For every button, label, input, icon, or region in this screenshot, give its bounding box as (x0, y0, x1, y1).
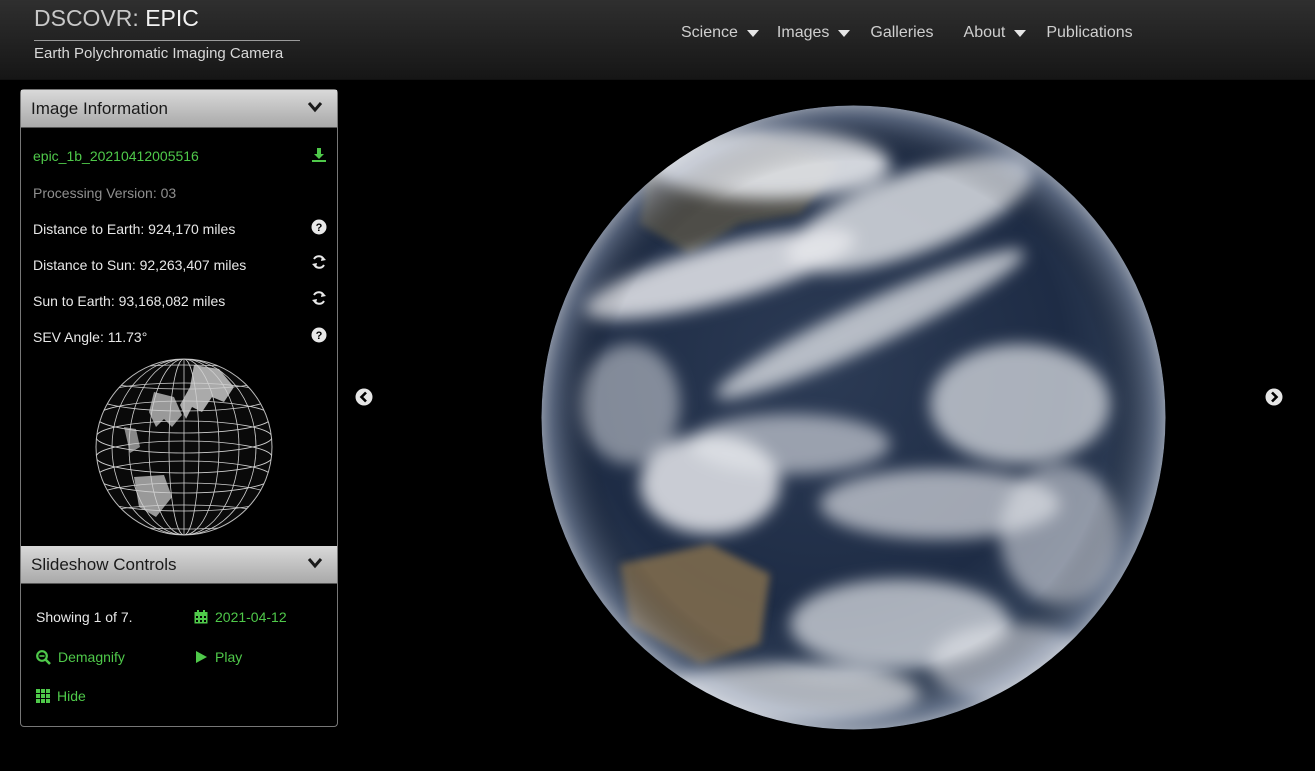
slide-counter: Showing 1 of 7. (36, 609, 133, 625)
svg-text:?: ? (316, 222, 323, 234)
image-information-panel: Image Information epic_1b_20210412005516… (20, 89, 338, 546)
nav-images[interactable]: Images (776, 24, 851, 42)
date-picker-button[interactable]: 2021-04-12 (194, 609, 287, 625)
nav-images-label: Images (776, 24, 830, 41)
main-nav: Science Images Galleries About Publicati… (681, 22, 1133, 44)
nav-publications[interactable]: Publications (1046, 24, 1132, 42)
slideshow-controls-header[interactable]: Slideshow Controls (21, 546, 337, 584)
calendar-icon (194, 610, 208, 624)
hide-button[interactable]: Hide (36, 688, 86, 704)
refresh-icon[interactable] (311, 290, 327, 306)
caret-down-icon (1014, 29, 1027, 37)
chevron-down-icon (307, 102, 323, 113)
play-button[interactable]: Play (194, 649, 242, 665)
brand-prefix: DSCOVR: (34, 5, 139, 31)
refresh-icon[interactable] (311, 254, 327, 270)
demagnify-label: Demagnify (58, 649, 125, 665)
nav-about-label: About (963, 24, 1006, 41)
help-icon[interactable]: ? (311, 327, 327, 343)
site-header: DSCOVR: EPIC Earth Polychromatic Imaging… (0, 0, 1315, 80)
image-information-title: Image Information (31, 99, 169, 118)
site-subtitle: Earth Polychromatic Imaging Camera (34, 45, 284, 62)
download-icon[interactable] (311, 147, 327, 163)
slideshow-controls-panel: Slideshow Controls Showing 1 of 7. 2021-… (20, 546, 338, 727)
site-title: DSCOVR: EPIC (34, 5, 300, 31)
nav-publications-label: Publications (1046, 24, 1133, 41)
processing-version: Processing Version: 03 (33, 185, 177, 201)
chevron-down-icon (307, 558, 323, 569)
image-filename-link[interactable]: epic_1b_20210412005516 (33, 148, 199, 164)
nav-galleries-label: Galleries (870, 24, 934, 41)
arrow-left-icon[interactable] (355, 388, 373, 406)
earth-image[interactable] (540, 104, 1167, 731)
caret-down-icon (746, 29, 759, 37)
play-label: Play (215, 649, 243, 665)
play-icon (196, 651, 207, 663)
date-label: 2021-04-12 (215, 609, 287, 625)
zoom-out-icon (36, 649, 51, 665)
svg-text:?: ? (316, 330, 323, 342)
help-icon[interactable]: ? (311, 219, 327, 235)
image-information-header[interactable]: Image Information (21, 90, 337, 128)
distance-to-sun: Distance to Sun: 92,263,407 miles (33, 257, 247, 273)
slideshow-controls-title: Slideshow Controls (31, 555, 177, 574)
demagnify-button[interactable]: Demagnify (36, 649, 125, 665)
brand-divider (34, 40, 300, 41)
nav-about[interactable]: About (964, 24, 1027, 42)
arrow-right-icon[interactable] (1265, 388, 1283, 406)
brand[interactable]: DSCOVR: EPIC Earth Polychromatic Imaging… (34, 5, 300, 62)
sev-angle: SEV Angle: 11.73° (33, 329, 148, 345)
nav-science-label: Science (681, 24, 738, 41)
orientation-globe-icon (95, 358, 273, 536)
sun-to-earth: Sun to Earth: 93,168,082 miles (33, 293, 226, 309)
nav-galleries[interactable]: Galleries (870, 24, 933, 42)
grid-icon (36, 689, 50, 703)
distance-to-earth: Distance to Earth: 924,170 miles (33, 221, 236, 237)
hide-label: Hide (57, 688, 86, 704)
brand-name: EPIC (145, 5, 199, 31)
nav-science[interactable]: Science (681, 24, 759, 42)
caret-down-icon (838, 29, 851, 37)
